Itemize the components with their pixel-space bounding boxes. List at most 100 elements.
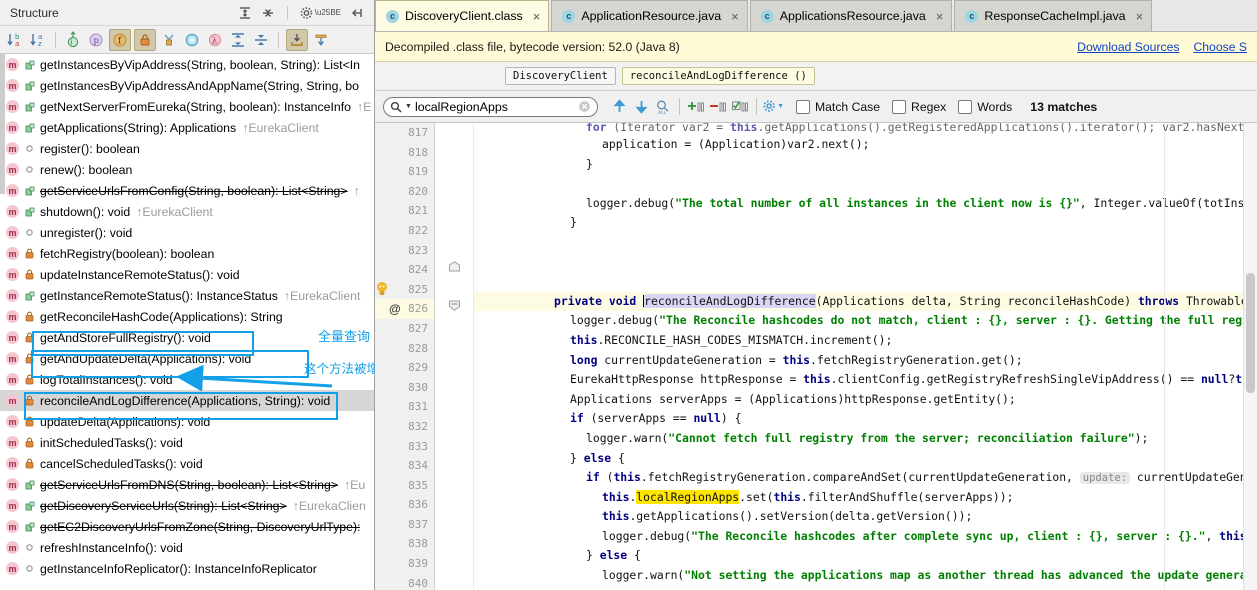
search-input[interactable]: ▼ localRegionApps	[383, 96, 598, 117]
breadcrumb-item[interactable]: reconcileAndLogDifference ()	[621, 67, 815, 85]
structure-member-label: updateDelta(Applications): void	[40, 414, 211, 429]
structure-member-row[interactable]: m refreshInstanceInfo(): void	[0, 537, 374, 558]
words-box[interactable]	[958, 99, 973, 114]
structure-member-row[interactable]: m getReconcileHashCode(Applications): Str…	[0, 306, 374, 327]
structure-member-row[interactable]: m getInstancesByVipAddressAndAppName(Stri…	[0, 75, 374, 96]
close-icon[interactable]: ×	[936, 9, 944, 24]
hide-panel-icon[interactable]	[350, 6, 364, 20]
method-icon: m	[6, 310, 19, 323]
code-line: logger.warn("Cannot fetch full registry …	[586, 430, 1149, 445]
show-inherited-icon[interactable]: i	[63, 30, 83, 50]
close-icon[interactable]: ×	[533, 9, 541, 24]
structure-member-label: getInstanceRemoteStatus(): InstanceStatu…	[40, 288, 278, 303]
editor-tab[interactable]: c DiscoveryClient.class ×	[375, 0, 550, 31]
structure-member-row[interactable]: m updateInstanceRemoteStatus(): void	[0, 264, 374, 285]
structure-member-row[interactable]: m renew(): boolean	[0, 159, 374, 180]
protected-icon	[24, 291, 35, 301]
code-lines[interactable]: for (Iterator var2 = this.getApplication…	[474, 123, 1257, 590]
match-case-box[interactable]	[796, 99, 810, 114]
filter-settings-icon[interactable]: ▼	[762, 96, 784, 118]
structure-member-list[interactable]: m getInstancesByVipAddress(String, boolea…	[0, 54, 374, 590]
structure-member-row[interactable]: m cancelScheduledTasks(): void	[0, 453, 374, 474]
show-interfaces-icon[interactable]	[182, 30, 202, 50]
line-number: 834	[408, 459, 428, 473]
choose-sources-link[interactable]: Choose S	[1193, 40, 1247, 54]
collapse-all-tree-icon[interactable]	[251, 30, 271, 50]
editor-tab[interactable]: c ResponseCacheImpl.java ×	[954, 0, 1153, 31]
lightbulb-intention-icon[interactable]	[375, 281, 389, 300]
autoscroll-from-source-icon[interactable]	[311, 30, 331, 50]
show-properties-icon[interactable]: p	[86, 30, 106, 50]
arrow-up-icon[interactable]	[608, 96, 630, 118]
right-margin-line	[1164, 123, 1165, 590]
method-icon: m	[6, 100, 19, 113]
breadcrumb-item[interactable]: DiscoveryClient	[505, 67, 616, 85]
structure-member-row[interactable]: m getDiscoveryServiceUrls(String): List<S…	[0, 495, 374, 516]
sort-by-visibility-icon[interactable]: ba	[5, 30, 25, 50]
java-class-icon: c	[562, 9, 576, 23]
fold-expand-icon-method[interactable]	[448, 300, 461, 314]
match-case-checkbox[interactable]: Match Case	[796, 99, 880, 114]
show-lambdas-icon[interactable]: λ	[205, 30, 225, 50]
structure-member-row[interactable]: m getInstancesByVipAddress(String, boolea…	[0, 54, 374, 75]
structure-member-row[interactable]: m getServiceUrlsFromConfig(String, boolea…	[0, 180, 374, 201]
search-icon	[390, 101, 402, 113]
expand-all-tree-icon[interactable]	[228, 30, 248, 50]
structure-panel-header: Structure \u25BE	[0, 0, 374, 26]
close-icon[interactable]: ×	[731, 9, 739, 24]
select-occurrence-icon[interactable]	[729, 96, 751, 118]
expand-all-icon[interactable]	[238, 6, 252, 20]
structure-member-row[interactable]: m updateDelta(Applications): void	[0, 411, 374, 432]
code-editor[interactable]: 817 818 819 820 821 822 823 824 825 826 827 828 829 8…	[375, 123, 1257, 590]
method-icon: m	[6, 226, 19, 239]
chevron-down-icon[interactable]: ▼	[405, 103, 412, 110]
arrow-down-icon[interactable]	[630, 96, 652, 118]
regex-box[interactable]	[892, 99, 907, 114]
annotation-at-icon[interactable]: @	[389, 302, 401, 316]
download-sources-link[interactable]: Download Sources	[1077, 40, 1179, 54]
show-non-public-icon[interactable]	[134, 28, 156, 51]
structure-member-row[interactable]: m getServiceUrlsFromDNS(String, boolean):…	[0, 474, 374, 495]
regex-checkbox[interactable]: Regex	[892, 99, 947, 114]
code-line: logger.debug("The total number of all in…	[586, 195, 1257, 210]
structure-member-row[interactable]: m shutdown(): void ↑EurekaClient	[0, 201, 374, 222]
fold-gutter[interactable]	[435, 123, 474, 590]
fold-collapse-icon-top[interactable]	[448, 261, 461, 275]
show-fields-icon[interactable]: f	[109, 28, 131, 51]
structure-member-row[interactable]: m getInstanceRemoteStatus(): InstanceStat…	[0, 285, 374, 306]
show-anonymous-classes-icon[interactable]	[159, 30, 179, 50]
line-number: 818	[408, 145, 428, 159]
structure-member-row[interactable]: m getApplications(String): Applications ↑E…	[0, 117, 374, 138]
structure-member-row[interactable]: m initScheduledTasks(): void	[0, 432, 374, 453]
editor-tab-bar: c DiscoveryClient.class × c ApplicationResou…	[375, 0, 1257, 32]
protected-icon	[24, 522, 35, 532]
settings-gear-icon[interactable]: \u25BE	[300, 6, 341, 20]
find-all-icon[interactable]: ALL	[652, 96, 674, 118]
structure-member-row[interactable]: m unregister(): void	[0, 222, 374, 243]
code-line: }	[586, 156, 593, 171]
sort-alphabetically-icon[interactable]: az	[28, 30, 48, 50]
structure-member-row[interactable]: m reconcileAndLogDifference(Applications,…	[0, 390, 374, 411]
close-icon[interactable]: ×	[1136, 9, 1144, 24]
structure-member-row[interactable]: m getEC2DiscoveryUrlsFromZone(String, Dis…	[0, 516, 374, 537]
remove-occurrence-icon[interactable]	[707, 96, 729, 118]
editor-tab[interactable]: c ApplicationsResource.java ×	[749, 0, 953, 31]
collapse-all-icon[interactable]	[261, 6, 275, 20]
clear-icon[interactable]	[578, 100, 591, 113]
editor-tab[interactable]: c ApplicationResource.java ×	[551, 0, 748, 31]
structure-member-row[interactable]: m register(): boolean	[0, 138, 374, 159]
structure-member-row[interactable]: m getNextServerFromEureka(String, boolean…	[0, 96, 374, 117]
select-all-occurrences-icon[interactable]	[685, 96, 707, 118]
protected-icon	[24, 501, 35, 511]
editor-scrollbar-thumb[interactable]	[1246, 273, 1255, 393]
autoscroll-to-source-icon[interactable]	[286, 28, 308, 51]
method-icon: m	[6, 289, 19, 302]
method-icon: m	[6, 499, 19, 512]
regex-label: Regex	[911, 99, 947, 114]
editor-scrollbar[interactable]	[1243, 123, 1257, 590]
structure-member-row[interactable]: m getInstanceInfoReplicator(): InstanceIn…	[0, 558, 374, 579]
words-checkbox[interactable]: Words	[958, 99, 1012, 114]
structure-member-row[interactable]: m fetchRegistry(boolean): boolean	[0, 243, 374, 264]
